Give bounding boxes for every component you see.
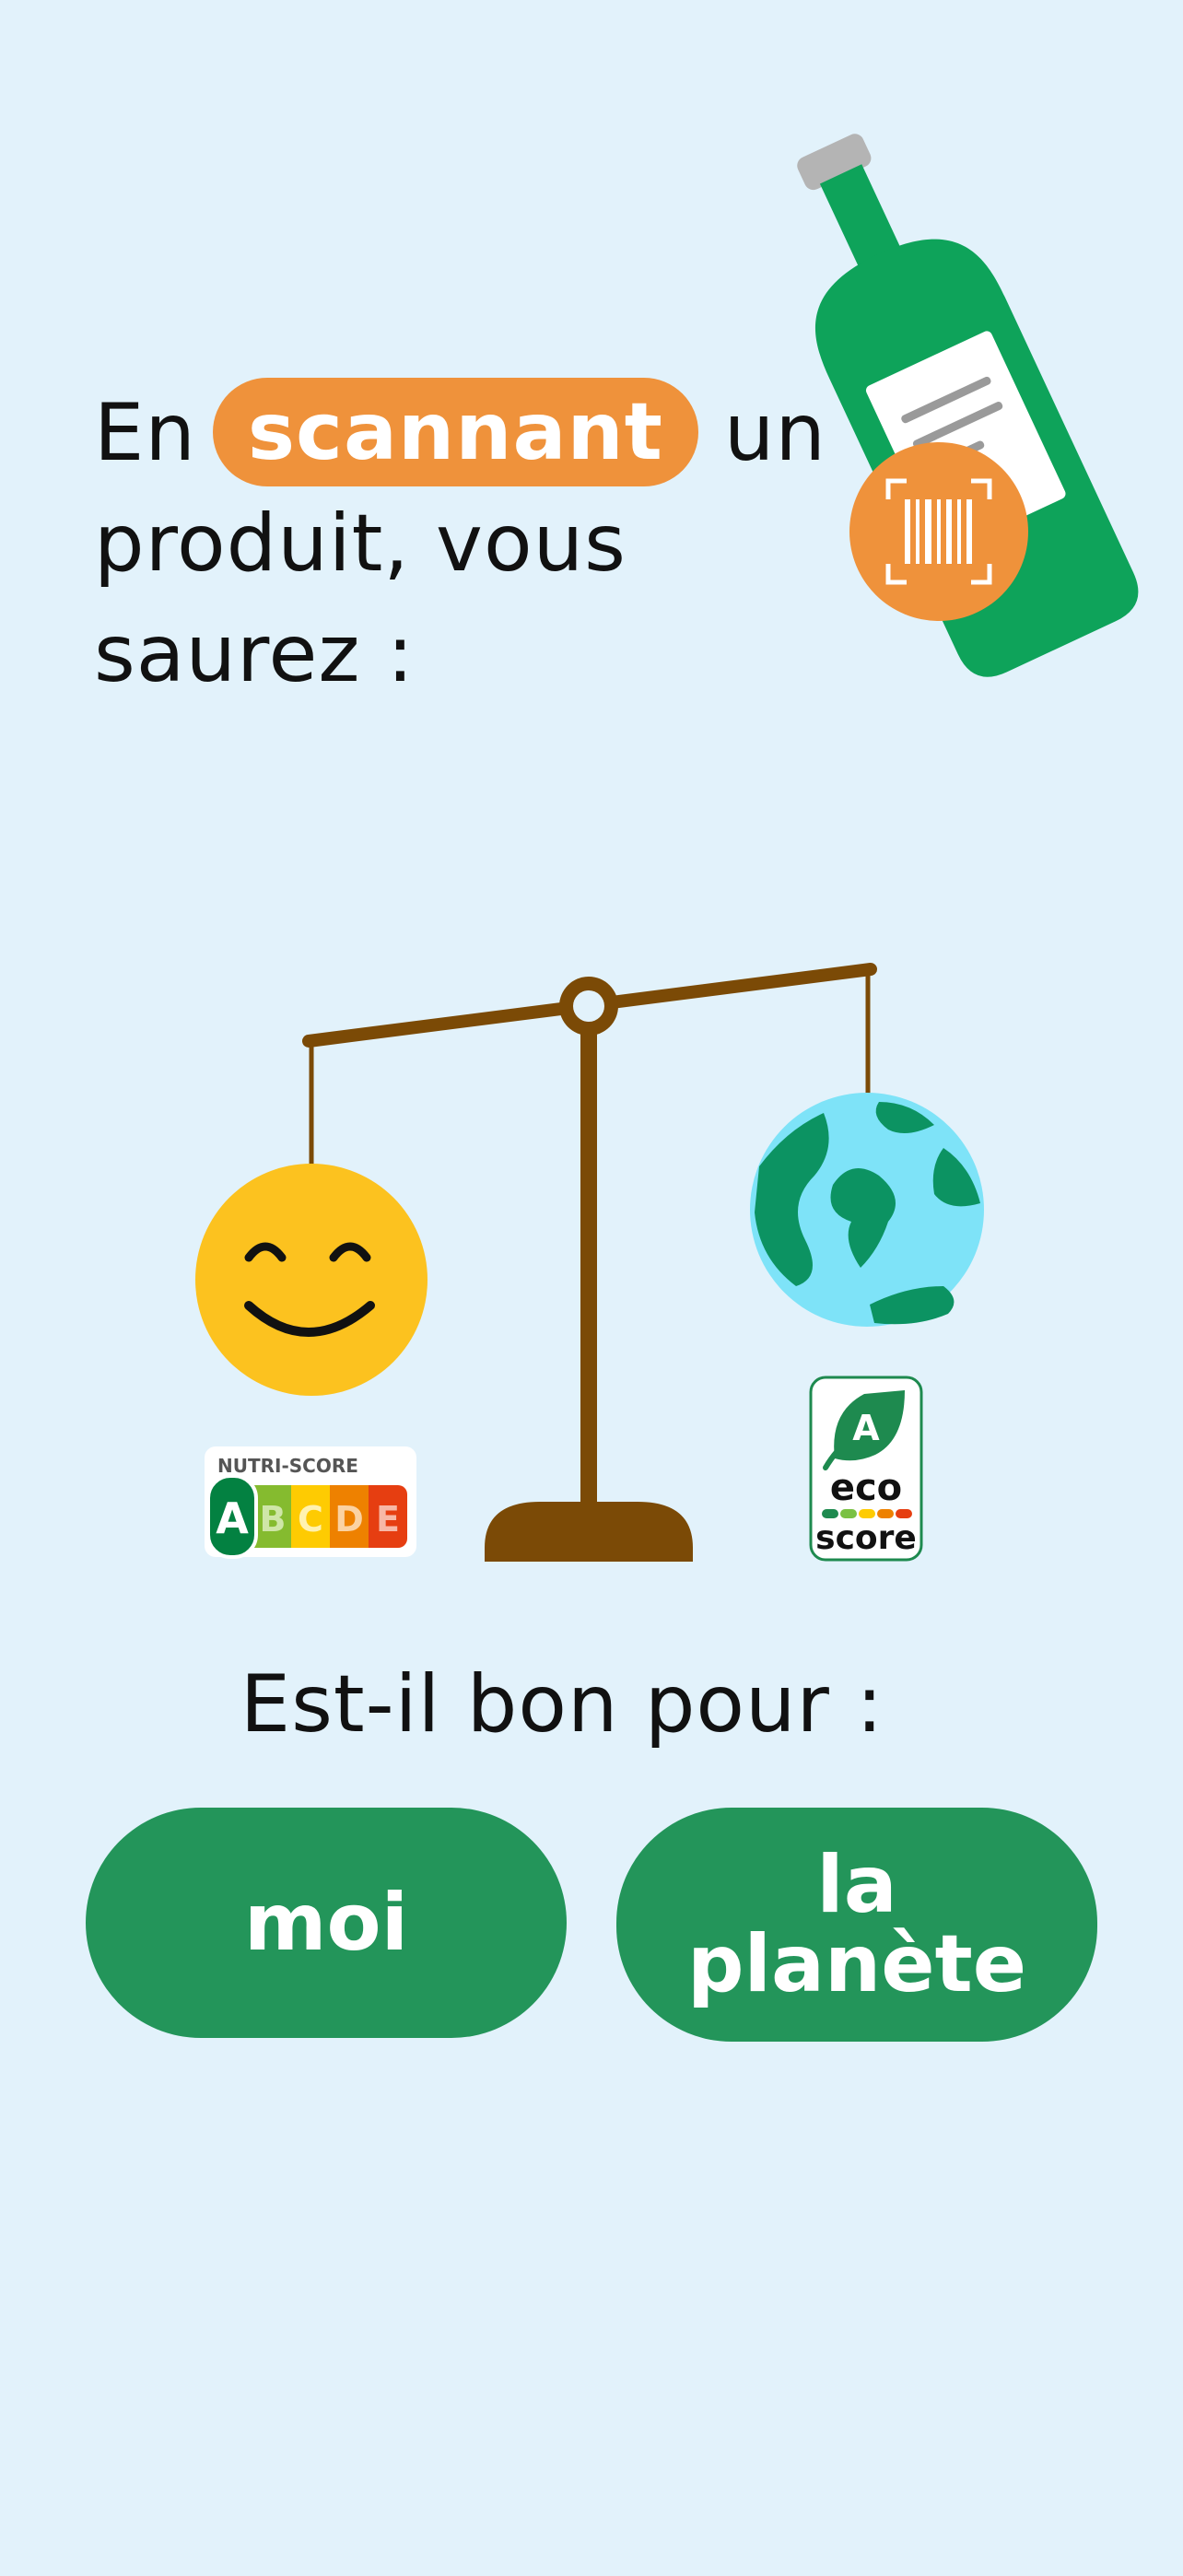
barcode-scan-icon — [849, 442, 1028, 621]
eco-word-eco: eco — [830, 1467, 902, 1509]
headline-line-1: En scannant un — [94, 378, 831, 488]
question-text: Est-il bon pour : — [240, 1658, 884, 1751]
nutri-score-badge: NUTRI-SCORE A B C D E — [205, 1446, 416, 1559]
eco-word-score: score — [815, 1519, 917, 1557]
good-for-planet-label: la planète — [686, 1839, 1027, 2010]
good-for-planet-button[interactable]: la planète — [616, 1808, 1097, 2042]
earth-globe-icon — [750, 1093, 984, 1327]
nutri-grade-d: D — [334, 1499, 364, 1540]
headline-line-2: produit, vous — [94, 498, 627, 590]
nutri-grade-a: A — [216, 1493, 249, 1543]
headline: En scannant un produit, vous saurez : — [94, 378, 831, 709]
nutri-score-title: NUTRI-SCORE — [217, 1455, 358, 1477]
good-for-me-button[interactable]: moi — [86, 1808, 567, 2038]
nutri-grade-e: E — [376, 1499, 400, 1540]
smiley-face-icon — [195, 1164, 428, 1396]
eco-grade-a: A — [852, 1408, 880, 1448]
headline-line-3: saurez : — [94, 608, 415, 700]
good-for-me-label: moi — [243, 1877, 409, 1969]
nutri-grade-c: C — [298, 1499, 323, 1540]
eco-score-badge: A eco score — [809, 1376, 923, 1562]
headline-word-en: En — [94, 387, 196, 479]
nutri-grade-b: B — [260, 1499, 287, 1540]
scanning-highlight: scannant — [212, 378, 698, 486]
